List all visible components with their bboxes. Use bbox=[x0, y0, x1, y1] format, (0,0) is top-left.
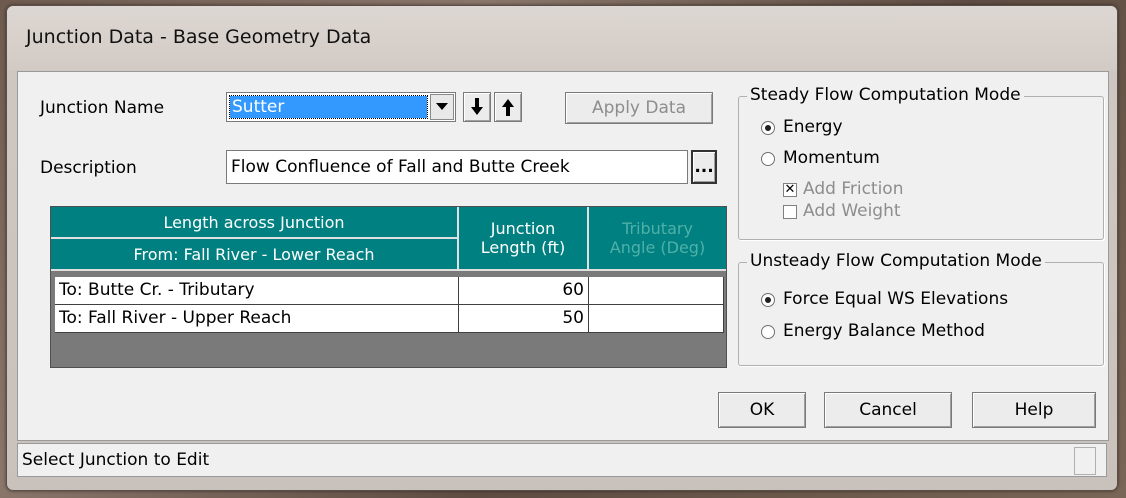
status-text: Select Junction to Edit bbox=[22, 450, 210, 470]
add-weight-checkbox[interactable] bbox=[783, 205, 797, 219]
momentum-label[interactable]: Momentum bbox=[783, 148, 880, 168]
junction-name-label: Junction Name bbox=[40, 98, 165, 118]
header-tributary-angle: Tributary Angle (Deg) bbox=[589, 207, 726, 271]
momentum-radio[interactable] bbox=[761, 152, 775, 166]
row-1-length[interactable]: 60 bbox=[459, 277, 589, 305]
add-friction-label[interactable]: Add Friction bbox=[803, 179, 903, 199]
row-1-angle[interactable] bbox=[589, 277, 724, 305]
apply-data-button[interactable]: Apply Data bbox=[565, 92, 713, 124]
arrow-up-icon bbox=[502, 99, 514, 116]
energy-radio[interactable] bbox=[761, 121, 775, 135]
header-length-across: Length across Junction bbox=[51, 207, 459, 239]
ok-button[interactable]: OK bbox=[718, 392, 806, 428]
junction-name-value: Sutter bbox=[229, 95, 428, 119]
steady-flow-group: Steady Flow Computation Mode Energy Mome… bbox=[738, 85, 1104, 240]
force-equal-label[interactable]: Force Equal WS Elevations bbox=[783, 289, 1008, 309]
add-friction-checkbox[interactable]: ✕ bbox=[783, 183, 797, 197]
status-bar: Select Junction to Edit bbox=[17, 443, 1107, 477]
chevron-down-icon bbox=[436, 103, 448, 110]
energy-label[interactable]: Energy bbox=[783, 117, 843, 137]
cancel-button[interactable]: Cancel bbox=[824, 392, 952, 428]
description-ellipsis-button[interactable]: ... bbox=[691, 150, 717, 184]
force-equal-radio[interactable] bbox=[761, 293, 775, 307]
description-label: Description bbox=[40, 158, 137, 178]
row-2-to: To: Fall River - Upper Reach bbox=[55, 305, 459, 333]
window-title: Junction Data - Base Geometry Data bbox=[26, 26, 372, 48]
dropdown-button[interactable] bbox=[430, 94, 454, 120]
energy-balance-radio[interactable] bbox=[761, 325, 775, 339]
title-bar[interactable]: Junction Data - Base Geometry Data bbox=[7, 6, 1117, 70]
steady-flow-title: Steady Flow Computation Mode bbox=[747, 85, 1024, 105]
unsteady-flow-group: Unsteady Flow Computation Mode Force Equ… bbox=[738, 251, 1104, 366]
previous-junction-button[interactable] bbox=[494, 92, 522, 122]
help-button[interactable]: Help bbox=[972, 392, 1096, 428]
description-field[interactable]: Flow Confluence of Fall and Butte Creek bbox=[226, 150, 688, 184]
junction-length-table: Length across Junction From: Fall River … bbox=[50, 206, 727, 368]
junction-name-combobox[interactable]: Sutter bbox=[226, 92, 456, 122]
status-field bbox=[1074, 447, 1096, 475]
row-1-to: To: Butte Cr. - Tributary bbox=[55, 277, 459, 305]
arrow-down-icon bbox=[471, 98, 483, 115]
row-2-length[interactable]: 50 bbox=[459, 305, 589, 333]
unsteady-flow-title: Unsteady Flow Computation Mode bbox=[747, 251, 1045, 271]
energy-balance-label[interactable]: Energy Balance Method bbox=[783, 321, 985, 341]
add-weight-label[interactable]: Add Weight bbox=[803, 201, 901, 221]
junction-data-window: Junction Data - Base Geometry Data Junct… bbox=[6, 5, 1118, 491]
row-2-angle[interactable] bbox=[589, 305, 724, 333]
dialog-client-area: Junction Name Sutter Apply Data Descript… bbox=[17, 71, 1109, 441]
next-junction-button[interactable] bbox=[463, 92, 491, 122]
header-from-reach: From: Fall River - Lower Reach bbox=[51, 239, 459, 271]
header-junction-length: Junction Length (ft) bbox=[459, 207, 589, 271]
